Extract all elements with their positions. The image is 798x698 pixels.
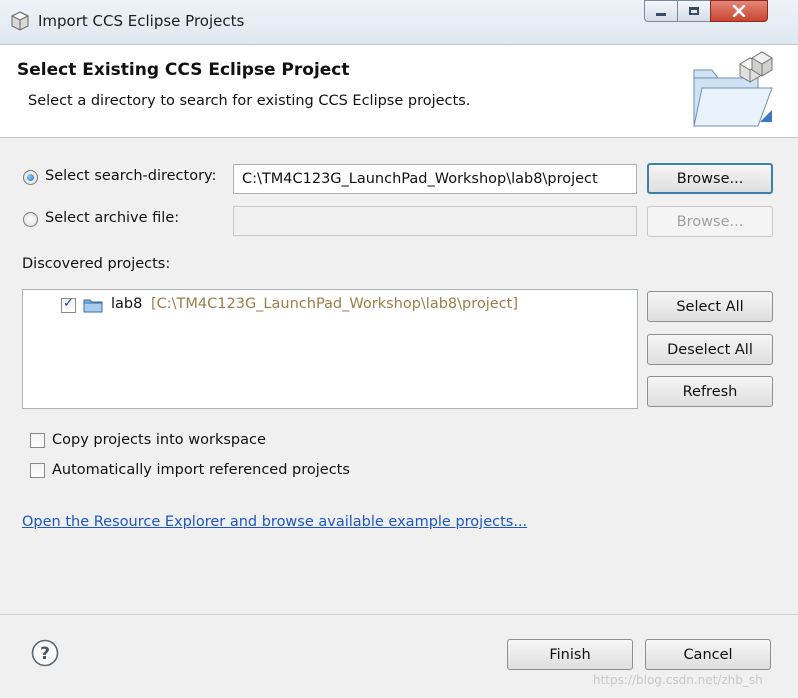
refresh-button[interactable]: Refresh — [647, 376, 773, 407]
browse-directory-button[interactable]: Browse... — [647, 163, 773, 194]
finish-button[interactable]: Finish — [507, 639, 633, 670]
checkmark-icon: ✓ — [63, 296, 74, 311]
list-item[interactable]: ✓ lab8 [C:\TM4C123G_LaunchPad_Workshop\l… — [59, 296, 619, 316]
minimize-button[interactable] — [644, 0, 678, 22]
search-directory-label: Select search-directory: — [45, 168, 217, 184]
search-directory-radio[interactable] — [23, 170, 38, 185]
footer-divider — [0, 614, 798, 615]
archive-file-input[interactable] — [233, 206, 637, 236]
window-controls — [644, 0, 768, 22]
discovered-projects-label: Discovered projects: — [22, 256, 171, 272]
cancel-button[interactable]: Cancel — [645, 639, 771, 670]
deselect-all-button[interactable]: Deselect All — [647, 334, 773, 365]
ccs-app-icon — [10, 11, 30, 31]
page-description: Select a directory to search for existin… — [28, 93, 471, 109]
close-button[interactable] — [710, 0, 768, 22]
auto-import-label: Automatically import referenced projects — [52, 462, 350, 478]
window-title: Import CCS Eclipse Projects — [38, 12, 245, 30]
svg-text:?: ? — [40, 644, 50, 664]
copy-into-workspace-checkbox[interactable] — [30, 433, 45, 448]
auto-import-checkbox[interactable] — [30, 463, 45, 478]
help-icon[interactable]: ? — [31, 639, 59, 667]
search-directory-input[interactable]: C:\TM4C123G_LaunchPad_Workshop\lab8\proj… — [233, 164, 637, 194]
project-folder-icon — [83, 299, 103, 313]
project-name: lab8 — [111, 296, 143, 312]
watermark: https://blog.csdn.net/zhb_sh — [593, 673, 763, 687]
discovered-projects-list[interactable]: ✓ lab8 [C:\TM4C123G_LaunchPad_Workshop\l… — [22, 289, 638, 409]
wizard-header: Select Existing CCS Eclipse Project Sele… — [0, 45, 798, 138]
browse-archive-button[interactable]: Browse... — [647, 206, 773, 237]
archive-file-radio[interactable] — [23, 212, 38, 227]
select-all-button[interactable]: Select All — [647, 291, 773, 322]
copy-into-workspace-label: Copy projects into workspace — [52, 432, 266, 448]
page-title: Select Existing CCS Eclipse Project — [17, 60, 350, 80]
archive-file-label: Select archive file: — [45, 210, 180, 226]
maximize-icon — [689, 7, 699, 15]
project-checkbox[interactable]: ✓ — [61, 296, 76, 313]
close-icon — [732, 5, 746, 17]
maximize-button[interactable] — [677, 0, 711, 22]
title-bar: Import CCS Eclipse Projects — [0, 0, 798, 45]
project-path: [C:\TM4C123G_LaunchPad_Workshop\lab8\pro… — [151, 296, 519, 312]
minimize-icon — [656, 12, 666, 16]
resource-explorer-link[interactable]: Open the Resource Explorer and browse av… — [22, 514, 527, 530]
import-folder-icon — [693, 51, 773, 127]
